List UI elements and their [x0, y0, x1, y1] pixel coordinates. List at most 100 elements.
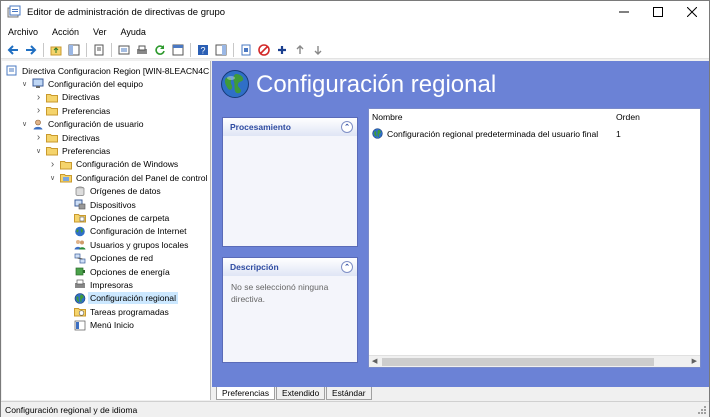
help-icon[interactable]: ? [196, 43, 210, 57]
scroll-right-icon[interactable]: ▶ [692, 357, 697, 365]
menu-bar: Archivo Acción Ver Ayuda [1, 23, 709, 41]
scrollbar-thumb[interactable] [382, 358, 654, 366]
tree-node[interactable]: ∨ Configuración del equipo [20, 77, 144, 90]
tab-preferencias[interactable]: Preferencias [216, 387, 276, 400]
column-header-order[interactable]: Orden [616, 112, 640, 124]
toolbar-separator [190, 42, 191, 57]
settings-list[interactable]: Nombre Orden Configuración regional pred… [368, 108, 701, 368]
expanded-chevron-icon[interactable]: ∨ [34, 145, 43, 156]
delete-icon[interactable] [257, 43, 271, 57]
computer-icon [32, 78, 44, 89]
expanded-chevron-icon[interactable]: ∨ [20, 119, 29, 130]
print-icon[interactable] [135, 43, 149, 57]
tree-node-label: Menú Inicio [90, 320, 134, 331]
export-list-icon[interactable] [117, 43, 131, 57]
collapse-icon[interactable]: ⌃ [341, 121, 353, 133]
tab-extendido[interactable]: Extendido [276, 387, 326, 400]
tree-node[interactable]: Tareas programadas [62, 305, 170, 318]
tree-node[interactable]: › Configuración de Windows [48, 158, 179, 171]
tree-node[interactable]: Configuración de Internet [62, 225, 188, 238]
up-folder-icon[interactable] [49, 43, 63, 57]
tree-node[interactable]: Configuración regional [62, 292, 178, 305]
maximize-button[interactable] [641, 1, 675, 23]
menu-accion[interactable]: Acción [45, 27, 86, 37]
tree-node[interactable]: Opciones de energía [62, 265, 171, 278]
resize-grip-icon[interactable] [697, 405, 707, 415]
collapse-icon[interactable]: ⌃ [341, 261, 353, 273]
minimize-button[interactable] [607, 1, 641, 23]
forward-icon[interactable] [24, 43, 38, 57]
maximize-icon [653, 7, 663, 17]
processing-panel: Procesamiento ⌃ [222, 117, 358, 247]
tree-node-label: Directivas [62, 92, 100, 103]
minimize-icon [619, 11, 629, 13]
menu-ayuda[interactable]: Ayuda [114, 27, 153, 37]
expanded-chevron-icon[interactable]: ∨ [48, 172, 57, 183]
tree-node[interactable]: Orígenes de datos [62, 185, 162, 198]
tree-node[interactable]: Opciones de red [62, 252, 154, 265]
tree-node[interactable]: Directiva Configuracion Region [WIN-8LEA… [6, 64, 210, 77]
folder-options-icon [74, 212, 86, 223]
page-title: Configuración regional [256, 71, 497, 98]
folder-icon [46, 132, 58, 143]
properties-icon[interactable] [92, 43, 106, 57]
internet-icon [74, 226, 86, 237]
tree-node[interactable]: › Directivas [34, 131, 101, 144]
tree-node-label: Orígenes de datos [90, 186, 161, 197]
tree-node[interactable]: Dispositivos [62, 198, 137, 211]
description-panel-title: Descripción [230, 262, 279, 272]
refresh-icon[interactable] [153, 43, 167, 57]
tab-estandar[interactable]: Estándar [326, 387, 372, 400]
scroll-left-icon[interactable]: ◀ [372, 357, 377, 365]
toolbar-separator [111, 42, 112, 57]
show-pane-icon[interactable] [214, 43, 228, 57]
list-item[interactable]: Configuración regional predeterminada de… [372, 127, 697, 140]
users-groups-icon [74, 239, 86, 250]
tree-node[interactable]: Usuarios y grupos locales [62, 238, 189, 251]
datasource-icon [74, 186, 86, 197]
policy-icon [6, 65, 18, 76]
tree-node[interactable]: › Preferencias [34, 104, 111, 117]
collapsed-chevron-icon[interactable]: › [34, 92, 43, 103]
globe-icon [372, 128, 384, 139]
tree-node-label: Tareas programadas [90, 306, 169, 317]
tree-node-label: Configuración de Internet [90, 226, 187, 237]
tree-node-label: Preferencias [62, 145, 111, 156]
policy-tree[interactable]: Directiva Configuracion Region [WIN-8LEA… [2, 61, 211, 400]
move-up-icon[interactable] [293, 43, 307, 57]
close-button[interactable] [675, 1, 709, 23]
add-icon[interactable] [275, 43, 289, 57]
collapsed-chevron-icon[interactable]: › [34, 132, 43, 143]
tree-node[interactable]: ∨ Configuración del Panel de control [48, 171, 208, 184]
tree-node-label: Directiva Configuracion Region [WIN-8LEA… [22, 65, 210, 76]
move-down-icon[interactable] [311, 43, 325, 57]
show-hide-tree-icon[interactable] [67, 43, 81, 57]
column-header-name[interactable]: Nombre [372, 112, 403, 124]
horizontal-scrollbar[interactable]: ◀ ▶ [369, 355, 700, 367]
back-icon[interactable] [6, 43, 20, 57]
expanded-chevron-icon[interactable]: ∨ [20, 78, 29, 89]
tree-node[interactable]: › Directivas [34, 91, 101, 104]
tree-node[interactable]: Menú Inicio [62, 319, 135, 332]
tree-node[interactable]: ∨ Preferencias [34, 144, 111, 157]
status-bar: Configuración regional y de idioma [1, 401, 709, 417]
new-window-icon[interactable] [171, 43, 185, 57]
new-item-icon[interactable] [239, 43, 253, 57]
collapsed-chevron-icon[interactable]: › [34, 105, 43, 116]
view-tabs: Preferencias Extendido Estándar [212, 387, 709, 400]
menu-archivo[interactable]: Archivo [1, 27, 45, 37]
tree-node[interactable]: ∨ Configuración de usuario [20, 118, 145, 131]
tree-node[interactable]: Opciones de carpeta [62, 211, 170, 224]
menu-ver[interactable]: Ver [86, 27, 114, 37]
title-bar[interactable]: Editor de administración de directivas d… [1, 1, 709, 23]
tree-node[interactable]: Impresoras [62, 278, 134, 291]
folder-icon [46, 92, 58, 103]
collapsed-chevron-icon[interactable]: › [48, 159, 57, 170]
